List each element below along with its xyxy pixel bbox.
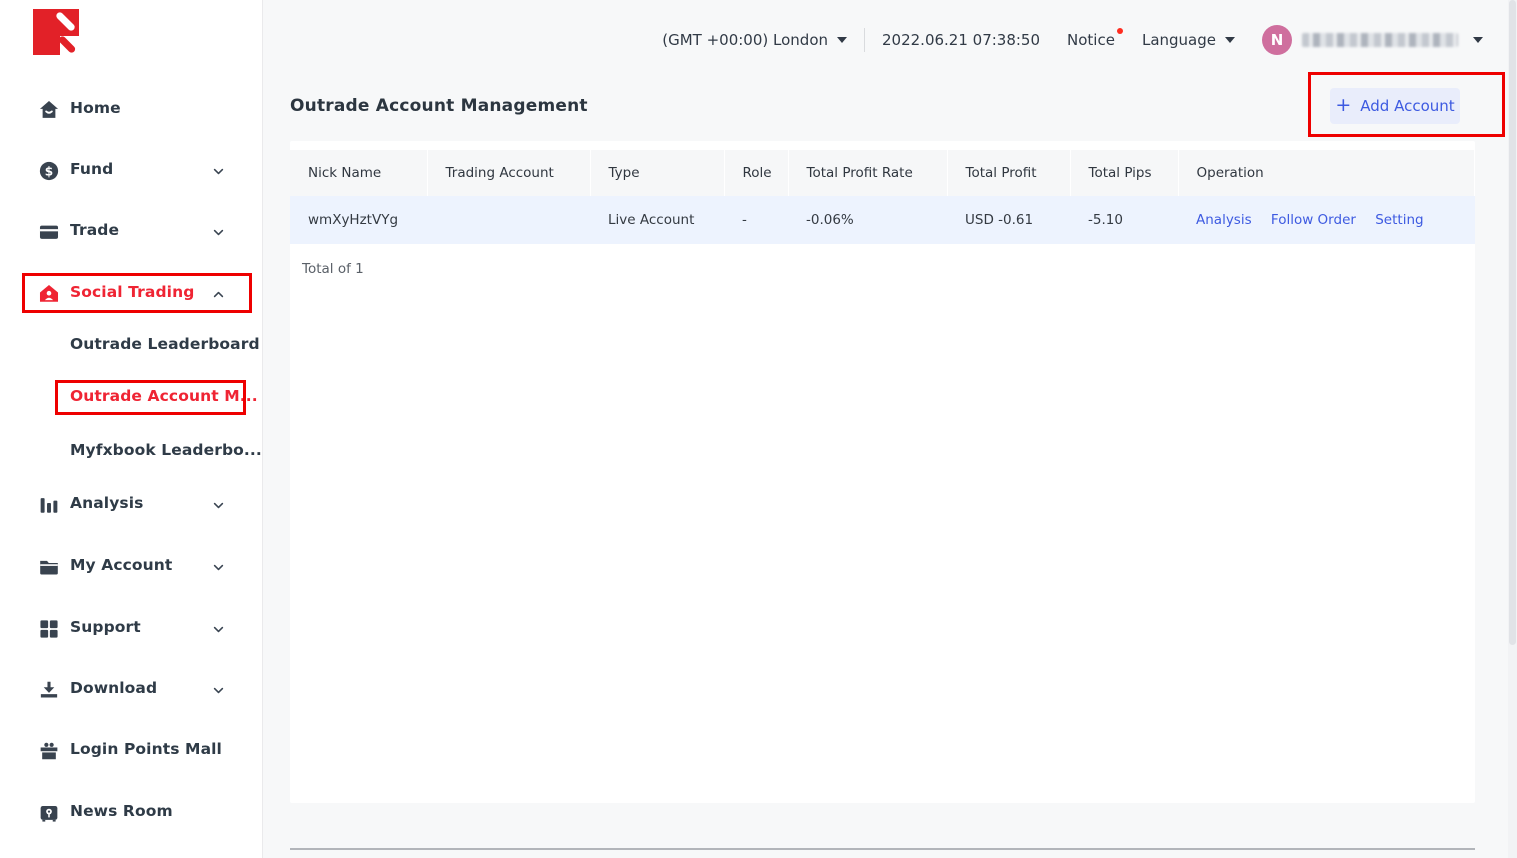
sidebar: Home $ Fund Trade Social Trading Outrade…	[0, 0, 263, 858]
user-menu[interactable]	[1302, 33, 1483, 47]
sidebar-item-label: Trade	[70, 221, 119, 239]
column-header-trading-account: Trading Account	[427, 150, 590, 196]
cell-total-profit: USD -0.61	[947, 196, 1070, 244]
add-account-button[interactable]: + Add Account	[1330, 88, 1460, 124]
add-account-label: Add Account	[1360, 97, 1454, 115]
sidebar-item-fund[interactable]: $ Fund	[0, 151, 263, 191]
sidebar-item-outrade-leaderboard[interactable]: Outrade Leaderboard	[0, 326, 263, 366]
caret-down-icon	[1225, 37, 1235, 43]
accounts-card: Nick Name Trading Account Type Role Tota…	[290, 141, 1475, 803]
chevron-down-icon	[212, 226, 225, 239]
timezone-label: (GMT +00:00) London	[662, 31, 828, 49]
home-icon	[38, 99, 60, 121]
sidebar-item-outrade-account-management[interactable]: Outrade Account M...	[0, 378, 263, 418]
accounts-table: Nick Name Trading Account Type Role Tota…	[290, 150, 1475, 244]
sidebar-item-label: Social Trading	[70, 283, 194, 301]
cell-operation: Analysis Follow Order Setting	[1178, 196, 1475, 244]
social-trading-icon	[38, 283, 60, 305]
sidebar-item-label: Fund	[70, 160, 113, 178]
cell-trading-account	[427, 196, 590, 244]
total-count-text: Total of 1	[302, 261, 1475, 277]
cell-total-profit-rate: -0.06%	[788, 196, 947, 244]
follow-order-link[interactable]: Follow Order	[1271, 212, 1356, 228]
sidebar-item-home[interactable]: Home	[0, 90, 263, 130]
bar-chart-icon	[38, 494, 60, 516]
sidebar-item-trade[interactable]: Trade	[0, 212, 263, 252]
sidebar-item-analysis[interactable]: Analysis	[0, 485, 263, 525]
cell-type: Live Account	[590, 196, 724, 244]
column-header-operation: Operation	[1178, 150, 1475, 196]
sidebar-item-label: Download	[70, 679, 157, 697]
sidebar-item-label: News Room	[70, 802, 173, 820]
chevron-down-icon	[212, 684, 225, 697]
notice-label: Notice	[1067, 31, 1115, 49]
folder-icon	[38, 556, 60, 578]
grid-icon	[38, 618, 60, 640]
news-pin-icon	[38, 802, 60, 824]
download-icon	[38, 679, 60, 701]
sidebar-item-label: Outrade Leaderboard	[70, 335, 260, 353]
sidebar-item-label: My Account	[70, 556, 172, 574]
avatar-initial: N	[1271, 31, 1284, 49]
sidebar-item-label: Support	[70, 618, 141, 636]
chevron-down-icon	[212, 165, 225, 178]
table-header-row: Nick Name Trading Account Type Role Tota…	[290, 150, 1475, 196]
language-label: Language	[1142, 31, 1216, 49]
logo-slash-white	[55, 11, 76, 32]
sidebar-item-news-room[interactable]: News Room	[0, 793, 263, 833]
table-row: wmXyHztVYg Live Account - -0.06% USD -0.…	[290, 196, 1475, 244]
sidebar-item-download[interactable]: Download	[0, 670, 263, 710]
caret-down-icon	[837, 37, 847, 43]
sidebar-item-label: Login Points Mall	[70, 740, 222, 758]
notice-badge-dot	[1117, 28, 1123, 34]
chevron-up-icon	[212, 288, 225, 301]
column-header-type: Type	[590, 150, 724, 196]
sidebar-item-myfxbook-leaderboard[interactable]: Myfxbook Leaderbo...	[0, 432, 263, 472]
plus-icon: +	[1335, 96, 1351, 115]
sidebar-item-label: Outrade Account M...	[70, 387, 258, 405]
topbar: (GMT +00:00) London 2022.06.21 07:38:50 …	[264, 0, 1517, 80]
chevron-down-icon	[212, 561, 225, 574]
dollar-coin-icon: $	[38, 160, 60, 182]
sidebar-item-my-account[interactable]: My Account	[0, 547, 263, 587]
caret-down-icon	[1473, 37, 1483, 43]
brand-logo[interactable]	[33, 9, 79, 55]
topbar-divider	[864, 28, 865, 52]
datetime-display: 2022.06.21 07:38:50	[882, 31, 1040, 49]
column-header-role: Role	[724, 150, 788, 196]
column-header-total-profit-rate: Total Profit Rate	[788, 150, 947, 196]
column-header-nick-name: Nick Name	[290, 150, 427, 196]
sidebar-item-label: Myfxbook Leaderbo...	[70, 441, 262, 459]
scrollbar-track[interactable]	[1508, 0, 1517, 858]
sidebar-item-support[interactable]: Support	[0, 609, 263, 649]
timezone-selector[interactable]: (GMT +00:00) London	[662, 31, 847, 49]
cell-nick-name: wmXyHztVYg	[290, 196, 427, 244]
avatar[interactable]: N	[1262, 25, 1292, 55]
column-header-total-profit: Total Profit	[947, 150, 1070, 196]
user-name-blurred	[1302, 33, 1458, 47]
setting-link[interactable]: Setting	[1375, 212, 1423, 228]
chevron-down-icon	[212, 499, 225, 512]
notice-button[interactable]: Notice	[1067, 31, 1115, 49]
language-selector[interactable]: Language	[1142, 31, 1235, 49]
svg-text:$: $	[45, 164, 53, 178]
column-header-total-pips: Total Pips	[1070, 150, 1178, 196]
gift-icon	[38, 740, 60, 762]
sidebar-item-label: Home	[70, 99, 121, 117]
sidebar-item-social-trading[interactable]: Social Trading	[0, 274, 263, 314]
analysis-link[interactable]: Analysis	[1196, 212, 1252, 228]
chevron-down-icon	[212, 623, 225, 636]
scrollbar-thumb[interactable]	[1509, 0, 1516, 645]
wallet-icon	[38, 221, 60, 243]
cell-role: -	[724, 196, 788, 244]
footer-divider	[290, 848, 1475, 850]
cell-total-pips: -5.10	[1070, 196, 1178, 244]
sidebar-item-login-points-mall[interactable]: Login Points Mall	[0, 731, 263, 771]
sidebar-item-label: Analysis	[70, 494, 143, 512]
page-title: Outrade Account Management	[290, 96, 588, 116]
